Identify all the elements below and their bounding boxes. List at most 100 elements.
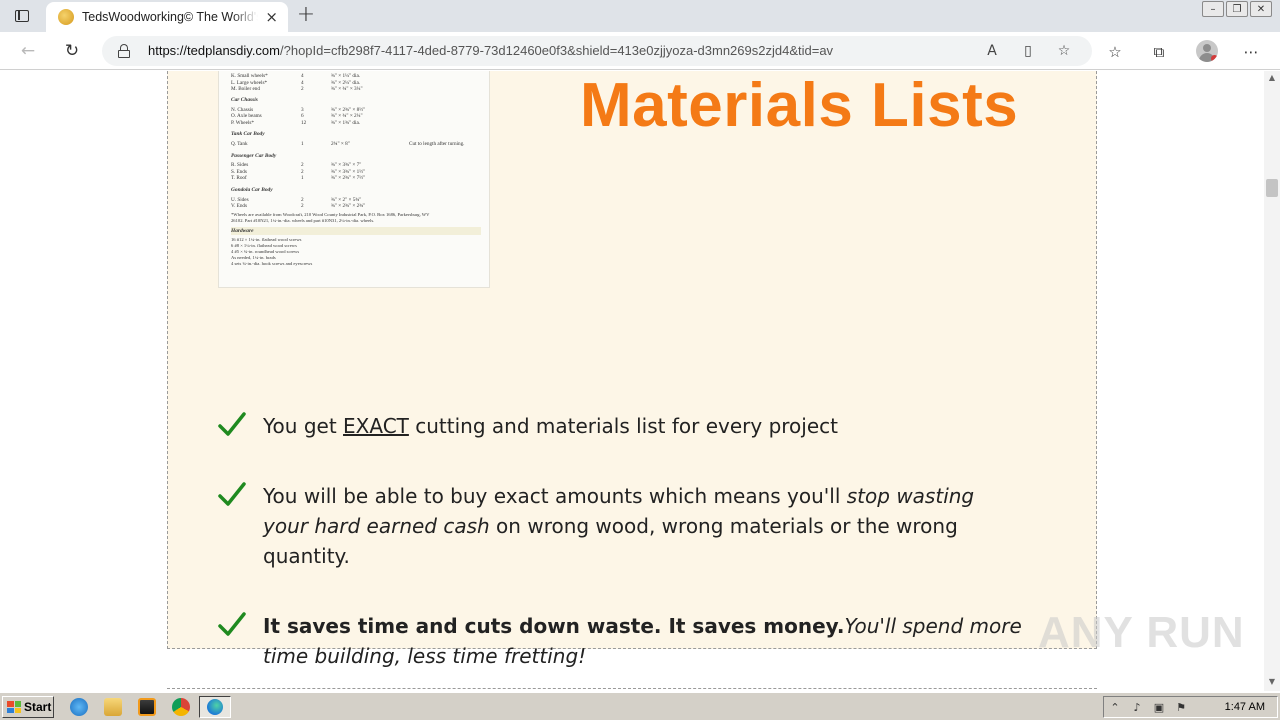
minimize-button[interactable]: – (1202, 1, 1224, 17)
internet-explorer-icon[interactable] (70, 698, 88, 716)
doc-row-label: O. Axle beams (231, 113, 262, 120)
page-viewport: J. Cab rail sides2¾" × 3¼" × 1"J. Axle b… (0, 71, 1264, 691)
doc-row-label: M. Boiler end (231, 86, 260, 93)
doc-section-chassis: Car Chassis (231, 97, 258, 103)
doc-row-qty: 2 (301, 168, 304, 175)
doc-section-tank: Tank Car Body (231, 131, 265, 138)
tab-title: TedsWoodworking© The World's (82, 10, 258, 24)
benefit-2-part-a: You will be able to buy exact amounts wh… (263, 484, 847, 508)
doc-row-qty: 1 (301, 175, 304, 182)
address-bar[interactable]: https://tedplansdiy.com/?hopId=cfb298f7-… (102, 36, 1092, 66)
doc-row-label: R. Sides (231, 162, 249, 169)
doc-row-qty: 4 (301, 79, 304, 86)
benefit-text-3: It saves time and cuts down waste. It sa… (263, 611, 1023, 671)
refresh-button[interactable]: ↻ (58, 39, 86, 63)
system-tray: ⌃ ♪ ▣ ⚑ 1:47 AM (1103, 696, 1278, 718)
doc-row-label: S. Ends (231, 168, 247, 175)
doc-row-qty: 12 (301, 119, 307, 126)
doc-row-label: N. Chassis (231, 106, 254, 113)
lock-icon[interactable] (118, 44, 130, 58)
doc-row-size: ¾" × 1¼" dia. (331, 73, 361, 80)
benefit-text-1: You get EXACT cutting and materials list… (263, 411, 1023, 441)
collections-icon[interactable]: ⧉ (1148, 41, 1170, 63)
doc-row-label: Q. Tank (231, 141, 248, 147)
more-menu-icon[interactable]: ⋯ (1240, 41, 1262, 63)
doc-row-qty: 4 (301, 73, 304, 80)
edge-taskbar-button[interactable] (199, 696, 231, 718)
restore-button[interactable]: ❐ (1226, 1, 1248, 17)
action-center-flag-icon[interactable]: ⚑ (1174, 701, 1188, 715)
doc-row-size: ¾" × 3¾" × 7" (331, 162, 362, 169)
tray-expand-icon[interactable]: ⌃ (1108, 701, 1122, 715)
close-window-button[interactable]: ✕ (1250, 1, 1272, 17)
next-card-edge (167, 688, 1097, 691)
window-controls: – ❐ ✕ (1202, 0, 1272, 17)
media-player-icon[interactable] (138, 698, 156, 716)
doc-section-passenger: Passenger Car Body (231, 152, 277, 159)
vertical-scrollbar[interactable]: ▲ ▼ (1264, 71, 1280, 691)
navigation-bar: ← ↻ https://tedplansdiy.com/?hopId=cfb29… (0, 32, 1280, 70)
benefit-text-2: You will be able to buy exact amounts wh… (263, 481, 1023, 571)
doc-highlight-band (231, 227, 481, 235)
volume-icon[interactable]: ♪ (1130, 701, 1144, 715)
doc-hardware-item: 4 #5 × ¾-in. roundhead wood screws (231, 249, 300, 255)
doc-row-qty: 2 (301, 86, 304, 93)
materials-list-image: J. Cab rail sides2¾" × 3¼" × 1"J. Axle b… (218, 71, 490, 288)
checkmark-icon (218, 612, 246, 636)
doc-row-qty: 2 (301, 196, 304, 203)
url-host: https://tedplansdiy.com (148, 43, 280, 58)
doc-row-size: ¾" × 2¾" × 8½" (331, 106, 366, 113)
doc-row-qty: 2 (301, 162, 304, 169)
doc-row-label: V. Ends (231, 203, 248, 210)
doc-hardware-item: As needed, 1¼-in. brads (231, 255, 276, 261)
checkmark-icon (218, 482, 246, 506)
tab-active[interactable]: TedsWoodworking© The World's × (46, 2, 288, 32)
scroll-up-arrow-icon[interactable]: ▲ (1267, 73, 1277, 82)
url-text[interactable]: https://tedplansdiy.com/?hopId=cfb298f7-… (148, 43, 833, 58)
tab-close-icon[interactable]: × (265, 8, 278, 26)
doc-hardware-item: 4 sets ¾-in.-dia. hook screws and eyescr… (231, 261, 313, 267)
tab-actions-button[interactable] (8, 4, 36, 28)
new-tab-button[interactable]: + (294, 3, 318, 27)
site-favicon-icon (58, 9, 74, 25)
windows-logo-icon (7, 701, 21, 713)
doc-row-qty: 3 (301, 106, 304, 113)
url-path: /?hopId=cfb298f7-4117-4ded-8779-73d12460… (280, 43, 834, 58)
start-button[interactable]: Start (2, 696, 54, 718)
read-aloud-icon[interactable]: A (982, 41, 1002, 61)
benefit-3-bold: It saves time and cuts down waste. It sa… (263, 614, 845, 638)
favorites-icon[interactable]: ☆ (1104, 41, 1126, 63)
materials-card: J. Cab rail sides2¾" × 3¼" × 1"J. Axle b… (167, 71, 1097, 668)
immersive-reader-icon[interactable]: ▯ (1018, 41, 1038, 61)
tab-strip: TedsWoodworking© The World's × + – ❐ ✕ (0, 0, 1280, 32)
clock[interactable]: 1:47 AM (1225, 701, 1265, 713)
network-icon[interactable]: ▣ (1152, 701, 1166, 715)
checkmark-icon (218, 412, 246, 436)
doc-row-size: ¾" × 2¾" × 7½" (331, 175, 366, 182)
doc-row-size: ¾" × 2¾" × 2¾" (331, 203, 366, 210)
benefit-1-part-b: cutting and materials list for every pro… (408, 414, 838, 438)
add-favorite-icon[interactable]: ☆ (1054, 41, 1074, 61)
doc-row-label: K. Small wheels* (231, 73, 268, 80)
profile-avatar[interactable] (1196, 40, 1218, 62)
doc-row-label: U. Sides (231, 196, 249, 203)
doc-row-label: L. Large wheels* (231, 79, 268, 86)
doc-row-size: ¾" × 1¾" dia. (331, 119, 361, 126)
anyrun-watermark: ANY RUN (1038, 608, 1245, 657)
scrollbar-thumb[interactable] (1266, 179, 1278, 197)
benefit-1-emphasis: EXACT (343, 414, 409, 438)
doc-row-size: 2¾" × 8" (331, 141, 350, 147)
doc-row-label: P. Wheels* (231, 119, 254, 126)
doc-footnote: 26102. Part #10N21, 1¼-in.-dia. wheels a… (231, 217, 375, 223)
start-label: Start (24, 700, 52, 714)
doc-row-qty: 2 (301, 203, 304, 210)
edge-icon (207, 699, 223, 715)
doc-row-qty: 1 (301, 141, 304, 147)
back-button[interactable]: ← (14, 39, 42, 63)
doc-footnote: *Wheels are available from Woodcraft, 21… (231, 211, 430, 217)
doc-row-size: ¾" × 2" × 5¾" (331, 196, 362, 203)
chrome-icon[interactable] (172, 698, 190, 716)
page-headline: Materials Lists (580, 71, 1019, 140)
scroll-down-arrow-icon[interactable]: ▼ (1267, 677, 1277, 686)
file-explorer-icon[interactable] (104, 698, 122, 716)
